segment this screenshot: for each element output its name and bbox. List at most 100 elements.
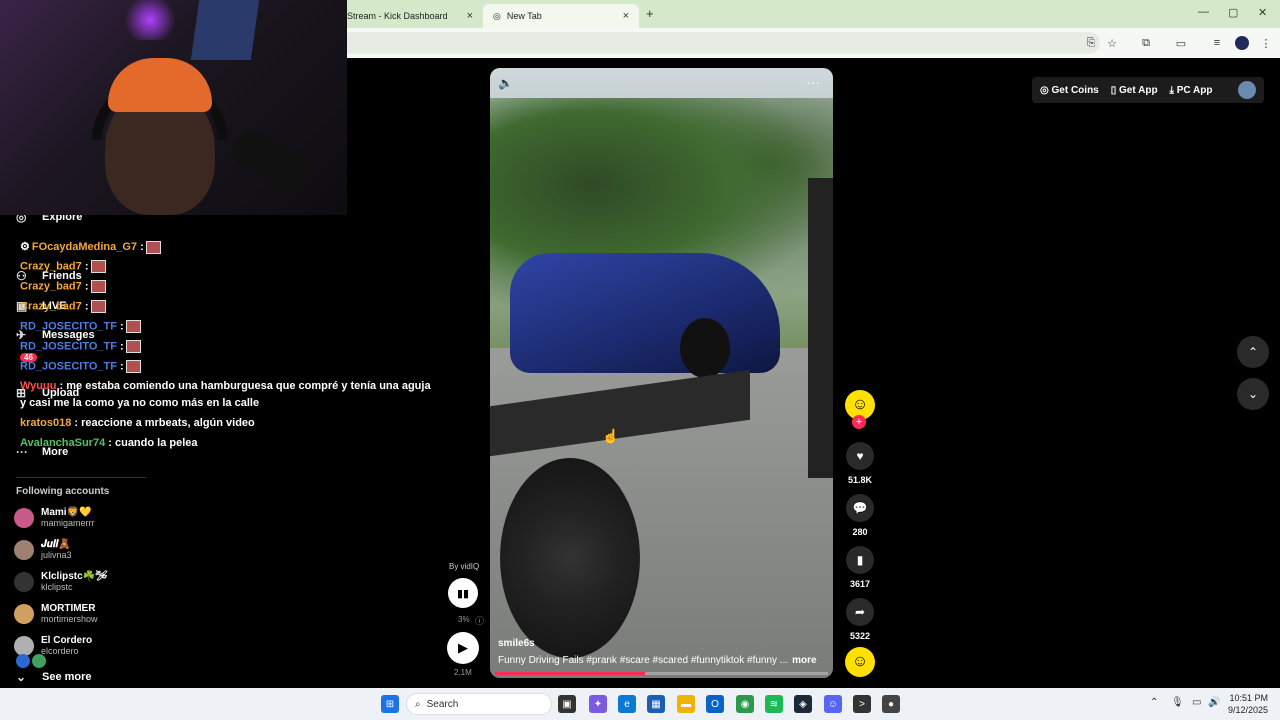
video-tire	[500, 458, 640, 658]
microphone-icon[interactable]: 🎙	[1171, 697, 1184, 708]
video-caption: Funny Driving Fails #prank #scare #scare…	[498, 655, 817, 666]
video-player[interactable]: 🔈 ··· smile6s Funny Driving Fails #prank…	[490, 68, 833, 678]
download-icon: ⤓	[1169, 84, 1177, 96]
mouse-cursor-icon: ☝	[602, 428, 620, 444]
chat-message: Crazy_bad7 :	[20, 280, 106, 293]
spotify-icon[interactable]: ≋	[765, 695, 783, 713]
tray-chevron-up-icon[interactable]: ⌃	[1150, 697, 1158, 708]
vidiq-stats-button[interactable]: ▮▮	[448, 578, 478, 608]
vidiq-label: By vidIQ	[449, 562, 480, 571]
extensions-icon[interactable]: ⧉	[1137, 34, 1155, 52]
play-count: 2.1M	[454, 668, 472, 677]
see-more-button[interactable]: ⌄ See more	[16, 670, 92, 684]
extension-icon[interactable]	[16, 654, 30, 668]
share-button[interactable]: ➦ 5322	[846, 598, 874, 641]
bookmark-icon: ▮	[846, 546, 874, 574]
chat-badge-icon: ⚙	[20, 241, 30, 253]
vidiq-percent: 3%	[458, 615, 470, 624]
tab-kick-dashboard[interactable]: Stream - Kick Dashboard ×	[337, 4, 483, 28]
tab-new-tab[interactable]: ◎ New Tab ×	[483, 4, 639, 28]
follow-button[interactable]: +	[852, 415, 866, 429]
video-progress-fill	[495, 672, 645, 675]
comment-button[interactable]: 💬 280	[846, 494, 874, 537]
following-account[interactable]: Mami🦁💛 mamigamerrr	[14, 507, 95, 528]
bar-chart-icon: ▮▮	[456, 587, 470, 600]
discord-icon[interactable]: ☺	[824, 695, 842, 713]
file-explorer-icon[interactable]: ▬	[677, 695, 695, 713]
share-icon: ➦	[846, 598, 874, 626]
like-button[interactable]: ♥ 51.8K	[846, 442, 874, 485]
reading-list-icon[interactable]: ≡	[1208, 34, 1226, 52]
webcam-overlay	[0, 0, 347, 215]
tab-close-icon[interactable]: ×	[467, 10, 473, 22]
video-progress-bar[interactable]	[495, 672, 828, 675]
address-bar[interactable]	[340, 32, 1100, 54]
avatar	[14, 603, 34, 624]
cast-icon[interactable]: ▭	[1172, 34, 1190, 52]
taskbar-clock[interactable]: 10:51 PM 9/12/2025	[1228, 692, 1268, 716]
video-username[interactable]: smile6s	[498, 638, 535, 649]
pc-app-button[interactable]: ⤓ PC App	[1170, 85, 1213, 96]
chat-message: RD_JOSECITO_TF :	[20, 340, 141, 353]
network-icon[interactable]: ▭	[1192, 697, 1201, 708]
store-icon[interactable]: ▦	[647, 695, 665, 713]
volume-icon[interactable]: 🔈	[498, 76, 513, 90]
video-person	[808, 178, 833, 478]
following-account[interactable]: MORTIMER mortimershow	[14, 603, 98, 624]
get-app-button[interactable]: ▯ Get App	[1111, 85, 1158, 96]
new-tab-button[interactable]: +	[646, 6, 654, 21]
edge-icon[interactable]: e	[618, 695, 636, 713]
copilot-icon[interactable]: ✦	[589, 695, 607, 713]
windows-taskbar	[0, 688, 1280, 720]
bookmark-star-icon[interactable]: ☆	[1103, 34, 1121, 52]
comment-icon: 💬	[846, 494, 874, 522]
previous-video-button[interactable]: ⌃	[1237, 336, 1269, 368]
volume-icon[interactable]: 🔊	[1208, 697, 1220, 708]
install-icon[interactable]: ⎘	[1082, 34, 1100, 52]
tab-close-icon[interactable]: ×	[623, 10, 629, 22]
tab-label: New Tab	[506, 11, 542, 21]
get-coins-button[interactable]: ◎ Get Coins	[1040, 85, 1099, 96]
next-video-button[interactable]: ⌄	[1237, 378, 1269, 410]
avatar	[14, 507, 34, 528]
avatar	[14, 571, 34, 592]
emote-icon	[90, 260, 106, 273]
outlook-icon[interactable]: O	[706, 695, 724, 713]
wall-picture	[190, 0, 260, 60]
user-avatar[interactable]	[1238, 81, 1256, 99]
sound-avatar[interactable]: ☺	[845, 647, 875, 677]
chat-message: RD_JOSECITO_TF :	[20, 360, 141, 373]
app-icon[interactable]: ●	[882, 695, 900, 713]
more-options-icon[interactable]: ···	[806, 74, 820, 90]
caption-more-button[interactable]: more	[792, 655, 816, 666]
info-icon[interactable]: ⓘ	[475, 614, 484, 627]
following-account[interactable]: Klclipstc☘️🛩 klclipstc	[14, 571, 108, 592]
task-view-icon[interactable]: ▣	[558, 695, 576, 713]
chevron-down-icon: ⌄	[16, 670, 27, 684]
chat-message: RD_JOSECITO_TF :	[20, 320, 141, 333]
extension-icon[interactable]	[32, 654, 46, 668]
maximize-button[interactable]: ▢	[1228, 6, 1238, 19]
taskbar-search[interactable]: ⌕ Search	[406, 693, 552, 715]
minimize-button[interactable]: —	[1198, 6, 1209, 18]
following-title: Following accounts	[16, 486, 110, 497]
following-account[interactable]: El Cordero elcordero	[14, 635, 92, 656]
terminal-icon[interactable]: >	[853, 695, 871, 713]
search-icon: ⌕	[415, 698, 421, 710]
cap	[108, 58, 212, 112]
extension-icons[interactable]	[16, 654, 54, 668]
chat-message: Crazy_bad7 :	[20, 260, 106, 273]
chevron-up-icon: ⌃	[1247, 345, 1259, 359]
save-button[interactable]: ▮ 3617	[846, 546, 874, 589]
steam-icon[interactable]: ◈	[794, 695, 812, 713]
windows-start-icon[interactable]: ⊞	[381, 695, 399, 713]
profile-avatar[interactable]	[1233, 34, 1251, 52]
browser-menu-icon[interactable]: ⋮	[1257, 34, 1275, 52]
chrome-icon[interactable]: ◉	[736, 695, 754, 713]
following-account[interactable]: 𝑱𝒖𝒍𝒊🧸 julivna3	[14, 539, 72, 560]
light	[120, 0, 180, 40]
emote-icon	[90, 280, 106, 293]
emote-icon	[125, 320, 141, 333]
close-window-button[interactable]: ✕	[1258, 6, 1267, 19]
play-button[interactable]: ▶	[447, 632, 479, 664]
